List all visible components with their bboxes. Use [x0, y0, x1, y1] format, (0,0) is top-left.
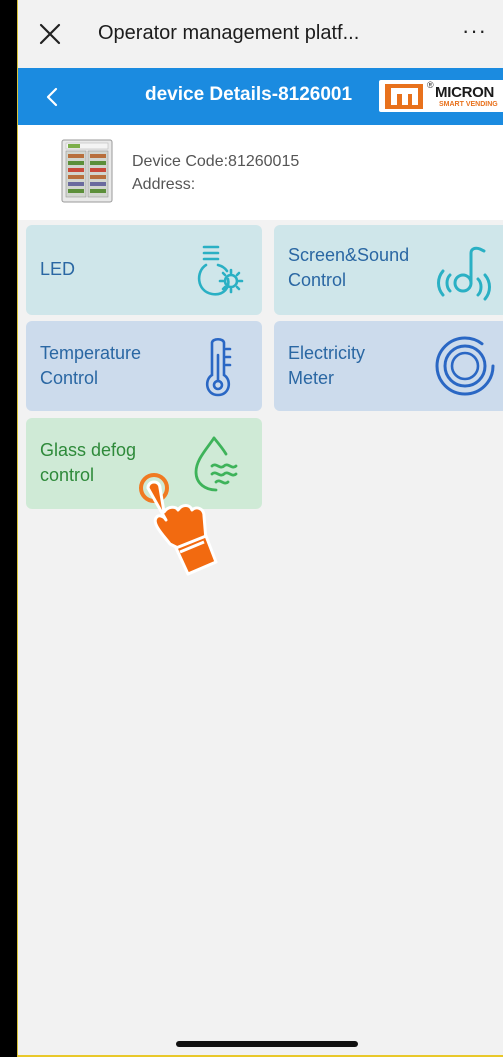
thermometer-icon [205, 337, 232, 397]
home-indicator[interactable] [176, 1041, 358, 1047]
tile-led[interactable]: LED [26, 225, 262, 315]
logo-registered-mark: ® [427, 80, 434, 90]
device-address: Address: [132, 176, 196, 193]
tap-hand-icon [139, 473, 218, 576]
device-code: Device Code:81260015 [132, 153, 300, 170]
logo-wordmark: MICRON [435, 84, 495, 101]
tile-screen-sound-label: Screen&Sound Control [288, 245, 410, 290]
logo-subtitle: SMART VENDING [439, 101, 498, 108]
meter-rings-icon [435, 336, 495, 396]
chevron-left-icon[interactable] [42, 85, 62, 109]
logo-mark-icon [385, 84, 423, 109]
close-icon[interactable] [36, 20, 64, 48]
tile-temperature-label: Temperature Control [40, 343, 142, 388]
tile-glass-defog-label: Glass defog control [40, 440, 137, 485]
device-info-card: Device Code:81260015 Address: [18, 125, 503, 220]
page-header: device Details-8126001 ® MICRON SMART VE… [18, 68, 503, 125]
mini-program-titlebar: Operator management platf... ··· [18, 0, 503, 68]
more-menu-button[interactable]: ··· [462, 18, 487, 44]
phone-screen: Operator management platf... ··· device … [18, 0, 503, 1057]
tile-electricity-label: Electricity Meter [288, 343, 366, 388]
tile-led-label: LED [40, 259, 76, 279]
tile-temperature-control[interactable]: Temperature Control [26, 321, 262, 411]
tile-electricity-meter[interactable]: Electricity Meter [274, 321, 503, 411]
vending-machine-image [61, 139, 113, 203]
window-title: Operator management platf... [98, 22, 360, 44]
micron-logo: ® MICRON SMART VENDING [379, 80, 503, 112]
sound-note-icon [437, 246, 491, 301]
page-title: device Details-8126001 [145, 84, 353, 105]
tile-screen-sound-control[interactable]: Screen&Sound Control [274, 225, 503, 315]
bulb-gear-icon [197, 245, 244, 296]
